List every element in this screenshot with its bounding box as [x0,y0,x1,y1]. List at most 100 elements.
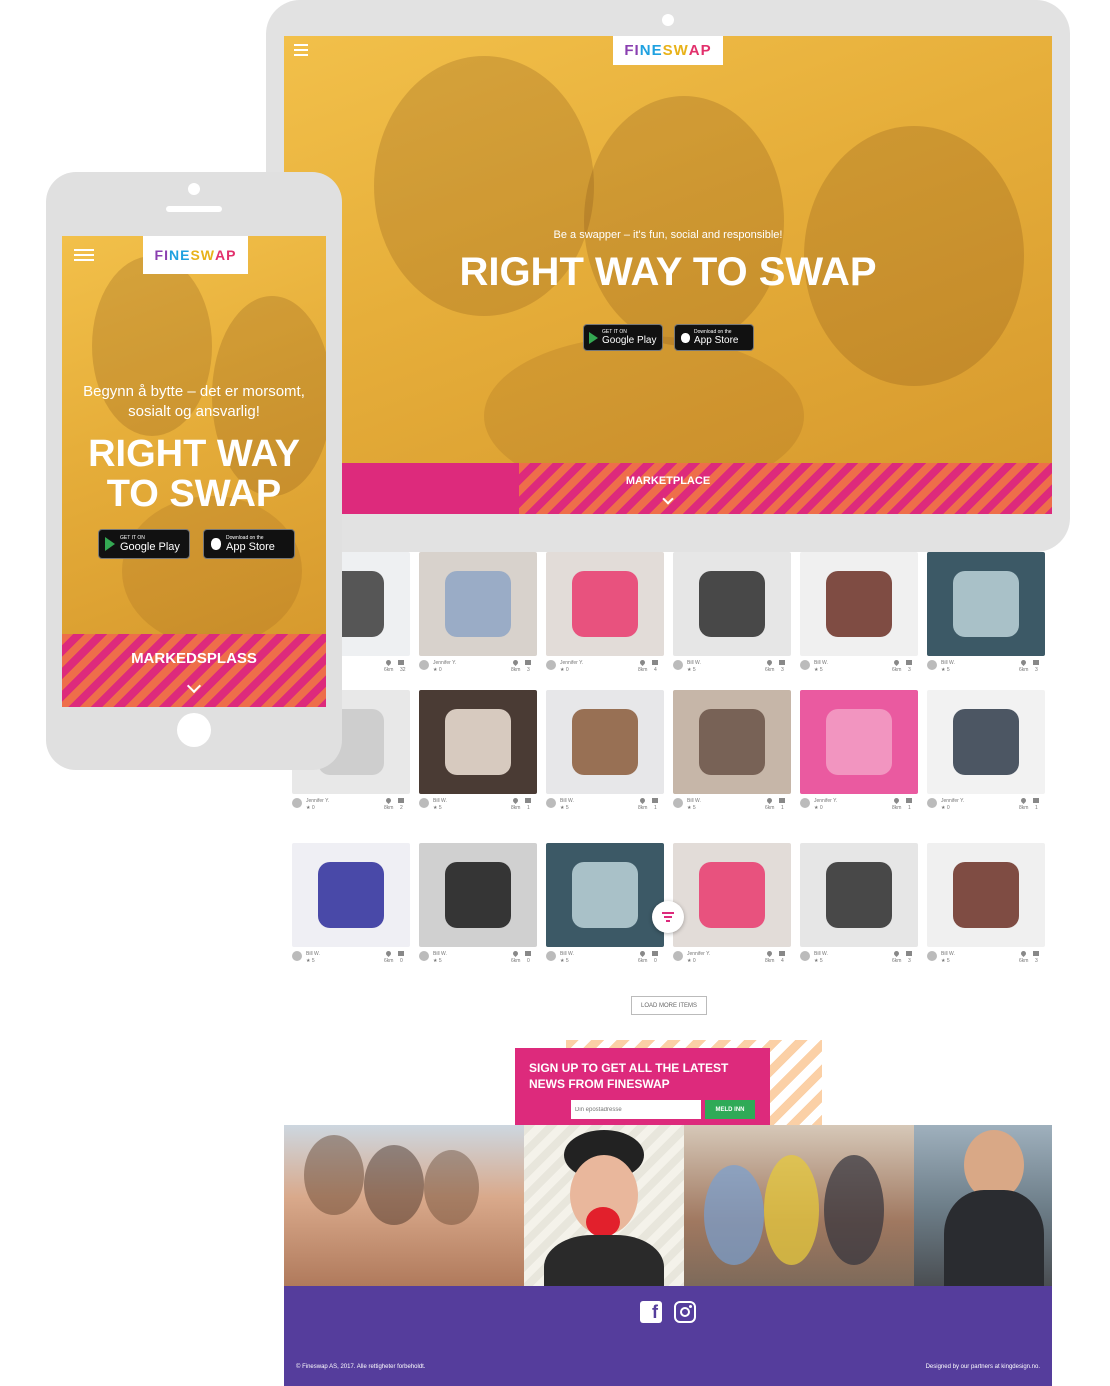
avatar [419,660,429,670]
filter-icon [662,912,674,922]
item-likes: 3 [781,667,784,673]
thumbs-up-icon[interactable] [525,951,531,956]
google-play-button[interactable]: GET IT ON Google Play [583,324,663,351]
marketplace-item[interactable]: Bill W. ★ 5 6km 0 [419,843,537,973]
item-likes: 1 [1035,805,1038,811]
item-meta: Bill W. ★ 5 6km 1 [673,796,791,818]
location-pin-icon [892,796,901,805]
thumbs-up-icon[interactable] [652,951,658,956]
menu-icon[interactable] [294,44,308,59]
item-meta: Bill W. ★ 5 8km 1 [546,796,664,818]
checkered-bag-photo[interactable] [800,843,918,947]
leather-purse-photo[interactable] [800,552,918,656]
marketplace-item[interactable]: Bill W. ★ 5 6km 3 [800,552,918,682]
fineswap-logo[interactable]: FI NE SW AP [143,236,248,274]
load-more-button[interactable]: LOAD MORE ITEMS [631,996,707,1015]
thumbs-up-icon[interactable] [779,798,785,803]
location-pin-icon [765,658,774,667]
credit-text: Designed by our partners at kingdesign.n… [925,1364,1040,1370]
thumbs-up-icon[interactable] [906,951,912,956]
book-photo[interactable] [927,552,1045,656]
checkered-bag-photo[interactable] [673,552,791,656]
item-user: Jennifer Y. [433,660,457,666]
hero-subtitle: Begynn å bytte – det er morsomt, sosialt… [83,383,305,420]
thumbs-up-icon[interactable] [906,660,912,665]
thumbs-up-icon[interactable] [1033,951,1039,956]
location-pin-icon [511,658,520,667]
book-photo[interactable] [546,843,664,947]
thumbs-up-icon[interactable] [652,660,658,665]
app-store-button[interactable]: Download on the App Store [203,529,295,559]
menu-icon[interactable] [74,249,94,264]
subscribe-button[interactable]: MELD INN [705,1100,755,1119]
avatar [927,660,937,670]
marketplace-item[interactable]: Bill W. ★ 5 6km 1 [673,690,791,820]
item-distance: 6km [1019,667,1029,673]
app-store-button[interactable]: Download on the App Store [674,324,754,351]
thumbs-up-icon[interactable] [398,951,404,956]
item-likes: 0 [527,958,530,964]
pink-tshirt-photo[interactable] [673,843,791,947]
avatar [927,951,937,961]
thumbs-up-icon[interactable] [525,660,531,665]
item-likes: 3 [908,667,911,673]
baby-bodysuit-photo[interactable] [419,552,537,656]
thumbs-up-icon[interactable] [652,798,658,803]
instagram-icon[interactable] [674,1301,696,1323]
cable-photo[interactable] [419,843,537,947]
thumbs-up-icon[interactable] [906,798,912,803]
leather-purse-photo[interactable] [927,843,1045,947]
facebook-icon[interactable]: f [640,1301,662,1323]
thumbs-up-icon[interactable] [779,951,785,956]
marketplace-item[interactable]: Jennifer Y. ★ 0 8km 1 [800,690,918,820]
marketplace-item[interactable]: Bill W. ★ 5 8km 1 [419,690,537,820]
marketplace-item[interactable]: Jennifer Y. ★ 0 8km 1 [927,690,1045,820]
tablet-marketplace-bar[interactable]: MARKETPLACE [284,463,1052,514]
marketplace-item[interactable]: Bill W. ★ 5 6km 0 [546,843,664,973]
marketplace-item[interactable]: Bill W. ★ 5 8km 1 [546,690,664,820]
marketplace-item[interactable]: Bill W. ★ 5 6km 3 [800,843,918,973]
item-user: Bill W. [433,951,447,957]
thumbs-up-icon[interactable] [1033,660,1039,665]
photo-heart-lollipop [524,1125,684,1286]
email-field[interactable] [571,1100,701,1119]
people-room-photo[interactable] [673,690,791,794]
marketplace-item[interactable]: Bill W. ★ 5 6km 3 [927,843,1045,973]
marketplace-item[interactable]: Jennifer Y. ★ 0 8km 4 [546,552,664,682]
hero-subtitle: Be a swapper – it's fun, social and resp… [553,229,783,241]
pink-tshirt-photo[interactable] [546,552,664,656]
item-meta: Bill W. ★ 5 6km 3 [800,658,918,680]
phone-marketplace-bar[interactable]: MARKEDSPLASS [62,634,326,707]
thumbs-up-icon[interactable] [525,798,531,803]
marketplace-item[interactable]: Bill W. ★ 5 6km 0 [292,843,410,973]
google-play-button[interactable]: GET IT ON Google Play [98,529,190,559]
fineswap-logo[interactable]: FI NE SW AP [613,36,723,65]
coffee-cup-photo[interactable] [546,690,664,794]
pink-scarf-photo[interactable] [800,690,918,794]
avatar [292,798,302,808]
marketplace-item[interactable]: Jennifer Y. ★ 0 8km 3 [419,552,537,682]
item-meta: Jennifer Y. ★ 0 8km 2 [292,796,410,818]
thumbs-up-icon[interactable] [398,660,404,665]
selfie-photo[interactable] [419,690,537,794]
item-user: Bill W. [941,951,955,957]
filter-button[interactable] [652,901,684,933]
marketplace-item[interactable]: Bill W. ★ 5 6km 3 [673,552,791,682]
thumbs-up-icon[interactable] [779,660,785,665]
location-pin-icon [892,658,901,667]
socks-photo[interactable] [927,690,1045,794]
chevron-down-icon [186,678,202,694]
item-meta: Bill W. ★ 5 6km 0 [546,949,664,971]
marketplace-item[interactable]: Bill W. ★ 5 6km 3 [927,552,1045,682]
item-rating-value: 5 [946,667,950,673]
tablet-camera [662,14,674,26]
thumbs-up-icon[interactable] [398,798,404,803]
item-rating-value: 0 [565,667,569,673]
item-likes: 1 [908,805,911,811]
thumbs-up-icon[interactable] [1033,798,1039,803]
marketplace-item[interactable]: Jennifer Y. ★ 0 8km 4 [673,843,791,973]
headphones-photo[interactable] [292,843,410,947]
item-rating: ★ 5 [814,667,823,673]
item-rating-value: 5 [819,958,823,964]
location-pin-icon [1019,949,1028,958]
